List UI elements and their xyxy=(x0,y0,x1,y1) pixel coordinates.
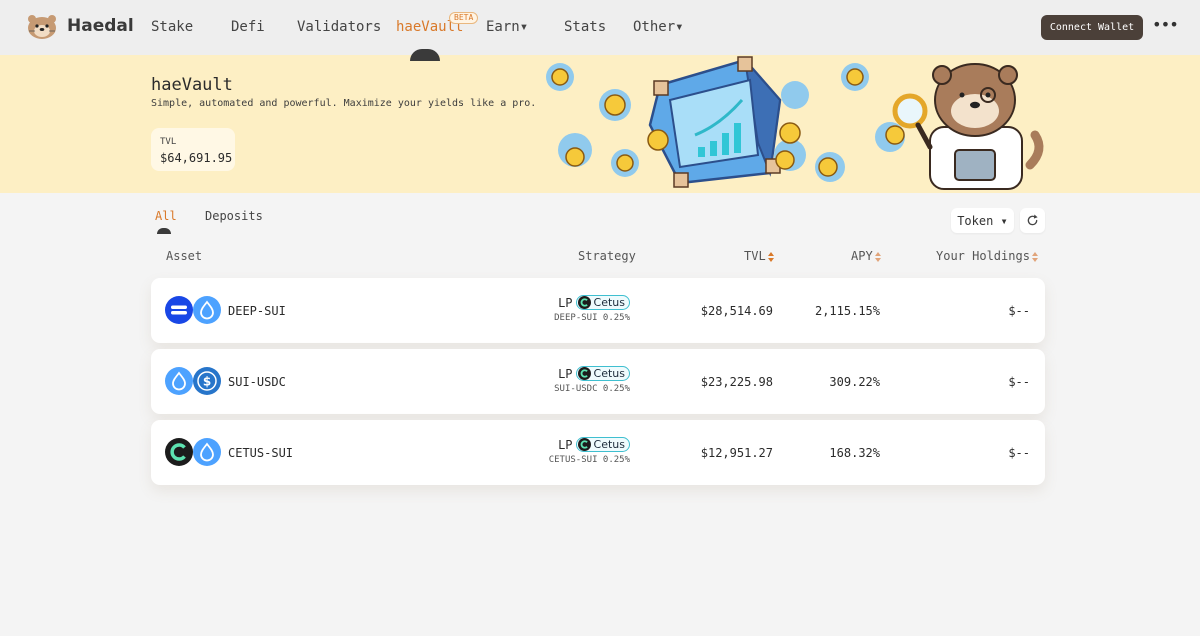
sui-token-icon xyxy=(193,296,221,324)
holdings-cell: $-- xyxy=(1008,446,1030,460)
protocol-badge: Cetus xyxy=(575,366,630,381)
nav-item-earn[interactable]: Earn▾ xyxy=(486,19,528,35)
asset-pair-icons: $ xyxy=(165,367,225,395)
strategy-type: LP xyxy=(558,295,573,310)
active-nav-indicator xyxy=(410,49,440,61)
more-menu-button[interactable]: ••• xyxy=(1152,14,1179,38)
protocol-badge: Cetus xyxy=(575,295,630,310)
pool-fee: DEEP-SUI 0.25% xyxy=(554,313,630,323)
holdings-cell: $-- xyxy=(1008,304,1030,318)
nav-item-other[interactable]: Other▾ xyxy=(633,19,684,35)
col-header-apy-label: APY xyxy=(851,249,873,263)
col-header-apy[interactable]: APY xyxy=(851,249,881,263)
sui-token-icon xyxy=(165,367,193,395)
tvl-value: $64,691.95 xyxy=(160,151,233,165)
cetus-token-icon xyxy=(577,296,591,309)
nav-item-defi[interactable]: Defi xyxy=(231,19,265,35)
tvl-summary-card: TVL $64,691.95 xyxy=(151,128,235,171)
protocol-badge: Cetus xyxy=(575,437,630,452)
strategy-type: LP xyxy=(558,366,573,381)
usdc-token-icon: $ xyxy=(193,367,221,395)
tab-all[interactable]: All xyxy=(155,209,177,223)
pool-fee: CETUS-SUI 0.25% xyxy=(548,455,630,465)
pool-fee: SUI-USDC 0.25% xyxy=(554,384,630,394)
cetus-token-icon xyxy=(577,438,591,451)
col-header-holdings-label: Your Holdings xyxy=(936,249,1030,263)
holdings-cell: $-- xyxy=(1008,375,1030,389)
vault-illustration xyxy=(546,56,1044,190)
asset-pair-icons xyxy=(165,296,225,324)
strategy-cell: LP Cetus SUI-USDC 0.25% xyxy=(554,366,630,394)
protocol-name: Cetus xyxy=(593,296,625,309)
strategy-type: LP xyxy=(558,437,573,452)
strategy-cell: LP Cetus CETUS-SUI 0.25% xyxy=(549,437,630,465)
strategy-cell: LP Cetus DEEP-SUI 0.25% xyxy=(554,295,630,323)
svg-text:$: $ xyxy=(203,375,211,389)
sui-token-icon xyxy=(193,438,221,466)
brand-logo[interactable]: Haedal xyxy=(25,12,134,40)
col-header-holdings[interactable]: Your Holdings xyxy=(936,249,1038,263)
sort-arrows-icon xyxy=(767,251,774,262)
deep-token-icon xyxy=(165,296,193,324)
table-row[interactable]: CETUS-SUI LP Cetus CETUS-SUI 0.25% $12,9… xyxy=(151,420,1045,485)
asset-name: DEEP-SUI xyxy=(228,304,286,318)
token-filter-dropdown[interactable]: Token ▾ xyxy=(951,208,1014,233)
connect-wallet-button[interactable]: Connect Wallet xyxy=(1041,15,1143,40)
apy-cell: 168.32% xyxy=(829,446,880,460)
nav-item-stats[interactable]: Stats xyxy=(564,19,606,35)
col-header-tvl[interactable]: TVL xyxy=(744,249,774,263)
asset-name: SUI-USDC xyxy=(228,375,286,389)
otter-logo-icon xyxy=(28,15,56,39)
apy-cell: 309.22% xyxy=(829,375,880,389)
col-header-asset: Asset xyxy=(166,249,203,263)
sort-arrows-icon xyxy=(1031,251,1038,262)
page-title: haeVault xyxy=(151,75,233,95)
nav-item-validators[interactable]: Validators xyxy=(297,19,381,35)
tvl-cell: $12,951.27 xyxy=(700,446,773,460)
sort-arrows-icon xyxy=(874,251,881,262)
cetus-token-icon xyxy=(165,438,193,466)
table-row[interactable]: $ SUI-USDC LP Cetus SUI-USDC 0.25% $23,2… xyxy=(151,349,1045,414)
protocol-name: Cetus xyxy=(593,438,625,451)
top-nav: Haedal Stake Defi Validators haeVault BE… xyxy=(0,0,1200,55)
nav-item-stake[interactable]: Stake xyxy=(151,19,193,35)
col-header-tvl-label: TVL xyxy=(744,249,766,263)
tab-deposits[interactable]: Deposits xyxy=(205,209,263,223)
refresh-icon xyxy=(1027,214,1038,226)
tvl-cell: $23,225.98 xyxy=(700,375,773,389)
tvl-cell: $28,514.69 xyxy=(700,304,773,318)
hero-banner: haeVault Simple, automated and powerful.… xyxy=(0,55,1200,193)
apy-cell: 2,115.15% xyxy=(814,304,880,318)
table-row[interactable]: DEEP-SUI LP Cetus DEEP-SUI 0.25% $28,514… xyxy=(151,278,1045,343)
active-tab-indicator xyxy=(157,228,171,234)
cetus-token-icon xyxy=(577,367,591,380)
col-header-strategy: Strategy xyxy=(578,249,636,263)
page-subtitle: Simple, automated and powerful. Maximize… xyxy=(151,98,537,109)
refresh-button[interactable] xyxy=(1020,208,1045,233)
beta-badge: BETA xyxy=(449,12,479,24)
brand-name: Haedal xyxy=(67,16,134,36)
protocol-name: Cetus xyxy=(593,367,625,380)
asset-pair-icons xyxy=(165,438,225,466)
asset-name: CETUS-SUI xyxy=(228,446,294,460)
tvl-label: TVL xyxy=(160,137,177,147)
